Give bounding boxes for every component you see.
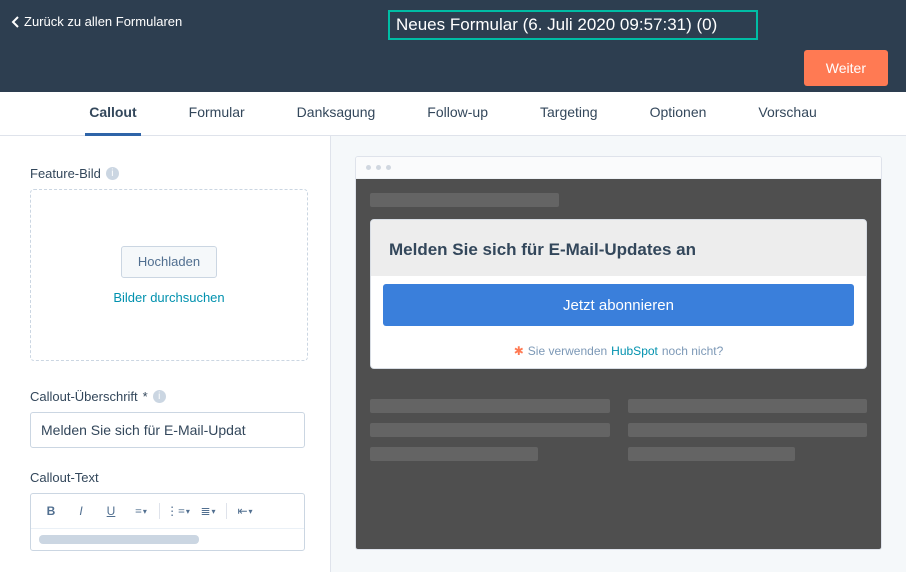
skeleton-line [370,193,559,207]
next-button[interactable]: Weiter [804,50,888,86]
preview-browser: Melden Sie sich für E-Mail-Updates an Je… [355,156,882,550]
align-button[interactable]: ≡▾ [129,500,153,522]
tab-formular[interactable]: Formular [185,92,249,136]
back-label: Zurück zu allen Formularen [24,14,182,29]
browse-images-link[interactable]: Bilder durchsuchen [113,290,224,305]
headline-label: Callout-Überschrift * i [30,389,308,404]
footer-brand-link[interactable]: HubSpot [611,344,658,358]
toolbar-separator [226,503,227,519]
indent-button[interactable]: ⇤▾ [233,500,257,522]
top-header: Zurück zu allen Formularen Weiter [0,0,906,92]
placeholder-line [39,535,199,544]
popup-footer: ✱ Sie verwenden HubSpot noch nicht? [371,334,866,368]
upload-button[interactable]: Hochladen [121,246,217,278]
number-list-button[interactable]: ≣▾ [196,500,220,522]
skeleton-line [370,423,610,437]
callout-popup: Melden Sie sich für E-Mail-Updates an Je… [370,219,867,369]
image-dropzone[interactable]: Hochladen Bilder durchsuchen [30,189,308,361]
editor-panel: Feature-Bild i Hochladen Bilder durchsuc… [0,136,330,572]
subscribe-button[interactable]: Jetzt abonnieren [383,284,854,326]
tab-bar: Callout Formular Danksagung Follow-up Ta… [0,92,906,136]
toolbar-separator [159,503,160,519]
skeleton-line [370,399,610,413]
headline-label-text: Callout-Überschrift [30,389,138,404]
skeleton-line [370,447,538,461]
info-icon[interactable]: i [153,390,166,403]
feature-image-label: Feature-Bild i [30,166,308,181]
footer-prefix: Sie verwenden [528,344,607,358]
richtext-body[interactable] [31,529,304,550]
italic-button[interactable]: I [69,500,93,522]
window-dot-icon [376,165,381,170]
callout-text-label-text: Callout-Text [30,470,99,485]
skeleton-line [628,399,868,413]
tab-followup[interactable]: Follow-up [423,92,492,136]
chevron-left-icon [10,16,20,28]
window-dot-icon [386,165,391,170]
window-dot-icon [366,165,371,170]
info-icon[interactable]: i [106,167,119,180]
skeleton-columns [370,399,867,461]
tab-targeting[interactable]: Targeting [536,92,602,136]
richtext-editor[interactable]: B I U ≡▾ ⋮≡▾ ≣▾ ⇤▾ [30,493,305,551]
popup-header: Melden Sie sich für E-Mail-Updates an [371,220,866,276]
required-mark: * [143,389,148,404]
footer-suffix: noch nicht? [662,344,723,358]
hubspot-sprocket-icon: ✱ [514,344,524,358]
headline-input[interactable] [30,412,305,448]
richtext-toolbar: B I U ≡▾ ⋮≡▾ ≣▾ ⇤▾ [31,494,304,529]
bold-button[interactable]: B [39,500,63,522]
popup-title: Melden Sie sich für E-Mail-Updates an [389,240,848,260]
browser-titlebar [356,157,881,179]
feature-image-label-text: Feature-Bild [30,166,101,181]
callout-text-label: Callout-Text [30,470,308,485]
tab-optionen[interactable]: Optionen [646,92,711,136]
tab-callout[interactable]: Callout [85,92,140,136]
preview-panel: Melden Sie sich für E-Mail-Updates an Je… [331,136,906,572]
tab-danksagung[interactable]: Danksagung [293,92,380,136]
preview-page: Melden Sie sich für E-Mail-Updates an Je… [356,179,881,550]
skeleton-line [628,423,868,437]
back-link[interactable]: Zurück zu allen Formularen [10,14,182,29]
skeleton-line [628,447,796,461]
form-title-input[interactable] [388,10,758,40]
underline-button[interactable]: U [99,500,123,522]
tab-vorschau[interactable]: Vorschau [754,92,820,136]
main-area: Feature-Bild i Hochladen Bilder durchsuc… [0,136,906,572]
bullet-list-button[interactable]: ⋮≡▾ [166,500,190,522]
